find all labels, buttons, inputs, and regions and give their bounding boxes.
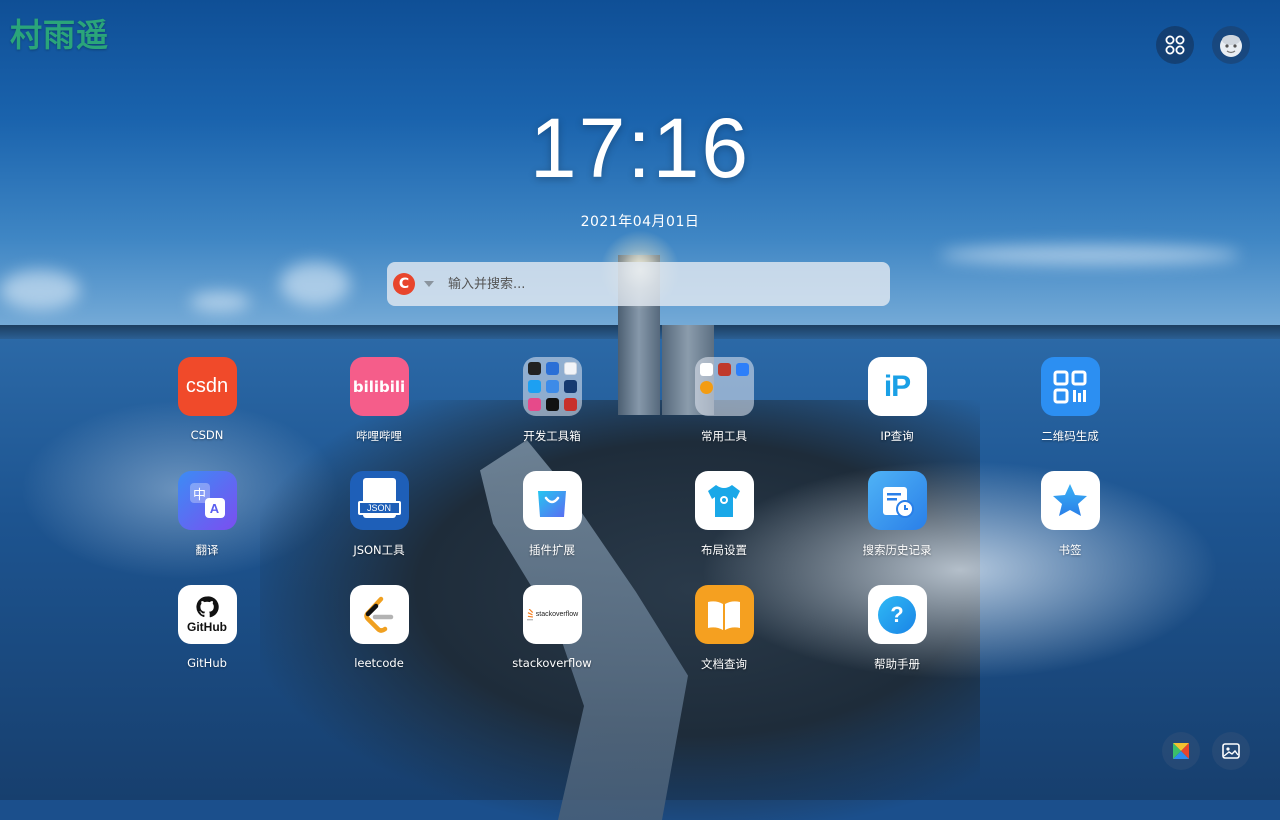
clock-date: 2021年04月01日 <box>580 214 700 230</box>
app-label: 搜索历史记录 <box>862 543 932 557</box>
app-bilibili[interactable]: bilibili 哔哩哔哩 <box>319 357 439 444</box>
app-label: CSDN <box>190 428 224 442</box>
app-bookmarks[interactable]: 书签 <box>1010 471 1130 558</box>
wallpaper-cloud <box>280 262 350 306</box>
book-icon <box>694 585 754 644</box>
app-label: 插件扩展 <box>529 543 575 557</box>
history-icon <box>867 471 927 530</box>
csdn-icon-text: csdn <box>185 375 229 397</box>
app-layout-settings[interactable]: 布局设置 <box>664 471 784 558</box>
json-icon-text: JSON <box>357 501 401 515</box>
search-engine-letter: C <box>398 276 410 292</box>
app-leetcode[interactable]: leetcode <box>319 585 439 670</box>
tshirt-icon <box>694 471 754 530</box>
app-ip-lookup[interactable]: iP IP查询 <box>837 357 957 444</box>
bilibili-icon: bilibili <box>349 357 409 416</box>
image-icon <box>1222 743 1240 759</box>
stackoverflow-icon: stackoverflow <box>522 585 582 644</box>
app-stackoverflow[interactable]: stackoverflow stackoverflow <box>492 585 612 670</box>
wallpaper-cloud <box>940 245 1240 265</box>
help-icon-glyph: ? <box>878 595 916 634</box>
folder-icon <box>694 357 754 416</box>
app-label: 常用工具 <box>701 429 747 443</box>
app-translate[interactable]: 中 A 翻译 <box>147 471 267 558</box>
ip-icon-text: iP <box>883 369 911 403</box>
grid-icon <box>1165 35 1185 55</box>
translate-icon: 中 A <box>177 471 237 530</box>
chevron-down-icon[interactable] <box>424 281 434 287</box>
app-qrcode[interactable]: 二维码生成 <box>1010 357 1130 444</box>
app-extensions[interactable]: 插件扩展 <box>492 471 612 558</box>
app-doc-lookup[interactable]: 文档查询 <box>664 585 784 672</box>
app-label: GitHub <box>187 656 227 670</box>
app-label: 布局设置 <box>701 543 747 557</box>
app-help[interactable]: ? 帮助手册 <box>837 585 957 672</box>
app-label: 二维码生成 <box>1041 429 1099 443</box>
wallpaper-cloud <box>190 292 250 312</box>
app-csdn[interactable]: csdn CSDN <box>147 357 267 442</box>
star-icon <box>1040 471 1100 530</box>
app-menu-button[interactable] <box>1156 26 1194 64</box>
avatar <box>1220 35 1242 57</box>
json-icon: JSON <box>349 471 409 530</box>
app-label: JSON工具 <box>353 543 405 557</box>
app-label: IP查询 <box>880 429 914 443</box>
user-avatar-button[interactable] <box>1212 26 1250 64</box>
shopping-bag-icon <box>522 471 582 530</box>
search-input[interactable] <box>446 275 890 293</box>
stackoverflow-icon-text: stackoverflow <box>535 611 579 618</box>
app-folder-tools[interactable]: 常用工具 <box>664 357 784 444</box>
app-label: leetcode <box>354 656 404 670</box>
app-search-history[interactable]: 搜索历史记录 <box>837 471 957 558</box>
search-engine-button[interactable]: C <box>393 273 415 295</box>
app-folder-devtools[interactable]: 开发工具箱 <box>492 357 612 444</box>
clock-time: 17:16 <box>529 101 751 195</box>
app-github[interactable]: GitHub GitHub <box>147 585 267 670</box>
app-label: 开发工具箱 <box>523 429 581 443</box>
wallpaper-cloud <box>0 270 80 310</box>
app-json[interactable]: JSON JSON工具 <box>319 471 439 558</box>
app-store-button[interactable] <box>1162 732 1200 770</box>
search-bar: C <box>387 262 890 306</box>
leetcode-icon <box>349 585 409 644</box>
app-label: 哔哩哔哩 <box>356 429 402 443</box>
app-label: 书签 <box>1058 543 1082 557</box>
qrcode-icon <box>1040 357 1100 416</box>
csdn-icon: csdn <box>177 357 237 416</box>
github-icon-text: GitHub <box>187 620 227 634</box>
github-icon: GitHub <box>177 585 237 644</box>
app-label: stackoverflow <box>512 656 592 670</box>
help-icon: ? <box>867 585 927 644</box>
app-label: 文档查询 <box>701 657 747 671</box>
app-label: 翻译 <box>195 543 219 557</box>
app-store-icon <box>1173 743 1189 759</box>
folder-icon <box>522 357 582 416</box>
brand-title: 村雨遥 <box>10 16 110 54</box>
ip-icon: iP <box>867 357 927 416</box>
app-label: 帮助手册 <box>874 657 920 671</box>
wallpaper-button[interactable] <box>1212 732 1250 770</box>
bilibili-icon-text: bilibili <box>352 377 406 396</box>
